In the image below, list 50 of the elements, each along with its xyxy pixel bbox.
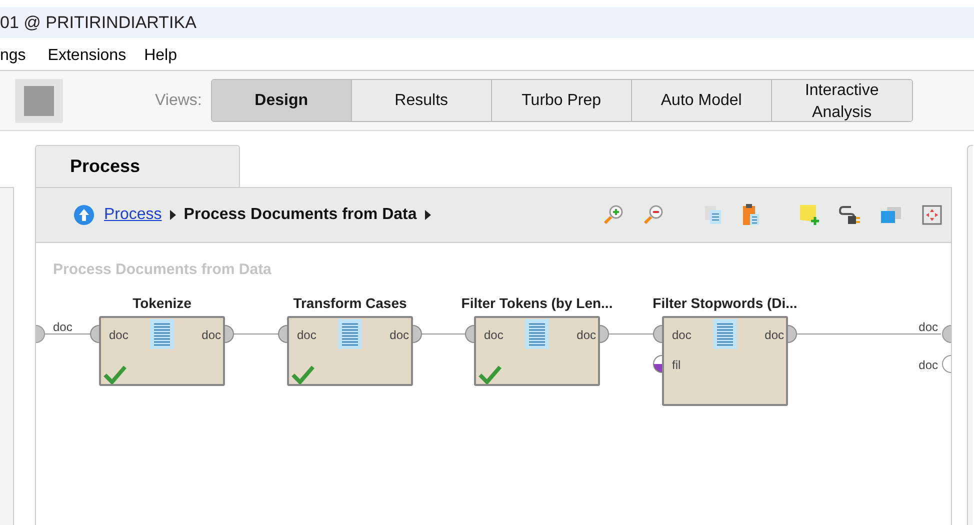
output-port bbox=[225, 325, 234, 343]
zoom-out-icon[interactable] bbox=[643, 204, 665, 226]
add-note-icon[interactable] bbox=[799, 204, 821, 226]
document-icon bbox=[150, 319, 174, 349]
view-tab[interactable]: Design bbox=[212, 80, 352, 121]
output-port bbox=[413, 325, 422, 343]
view-tab[interactable]: Turbo Prep bbox=[492, 80, 632, 121]
caret-icon bbox=[424, 210, 431, 220]
document-icon bbox=[525, 319, 549, 349]
operator-title: Transform Cases bbox=[292, 294, 408, 313]
port-label: doc bbox=[576, 327, 596, 344]
document-icon bbox=[338, 319, 362, 349]
views-label: Views: bbox=[155, 90, 202, 110]
canvas-title: Process Documents from Data bbox=[53, 260, 272, 280]
port-label: doc bbox=[764, 327, 784, 344]
breadcrumb-link[interactable]: Process bbox=[104, 203, 162, 227]
port-label: doc bbox=[484, 327, 504, 344]
port-label: doc bbox=[53, 319, 72, 336]
menu-item[interactable]: ngs bbox=[0, 44, 26, 68]
fit-icon[interactable] bbox=[921, 204, 943, 226]
output-port bbox=[788, 325, 797, 343]
view-tab[interactable]: Results bbox=[352, 80, 492, 121]
port-label: doc bbox=[297, 327, 316, 344]
port-label: doc bbox=[672, 327, 692, 344]
view-tab[interactable]: Auto Model bbox=[632, 80, 772, 121]
operator-title: Tokenize bbox=[132, 294, 192, 313]
port-label: doc bbox=[918, 319, 938, 336]
toolbar-button[interactable] bbox=[15, 78, 63, 122]
document-icon bbox=[713, 319, 737, 349]
window-title: 01 @ PRITIRINDIARTIKA bbox=[0, 12, 196, 34]
operator-title: Filter Tokens (by Len... bbox=[460, 294, 614, 313]
port-label: doc bbox=[109, 327, 128, 344]
process-tab[interactable]: Process bbox=[35, 145, 240, 187]
paste-icon[interactable] bbox=[741, 203, 761, 227]
output-port bbox=[600, 325, 609, 343]
zoom-in-icon[interactable] bbox=[603, 204, 625, 226]
view-tab[interactable]: Interactive Analysis bbox=[772, 80, 912, 121]
menu-item[interactable]: Help bbox=[144, 44, 177, 68]
breadcrumb-current: Process Documents from Data bbox=[184, 205, 417, 225]
layers-icon[interactable] bbox=[879, 205, 903, 225]
port-label: doc bbox=[388, 327, 409, 344]
port-label: doc bbox=[200, 327, 221, 344]
plug-icon[interactable] bbox=[839, 204, 861, 226]
port-label: doc bbox=[918, 357, 938, 374]
menu-item[interactable]: Extensions bbox=[48, 44, 126, 68]
operator-title: Filter Stopwords (Di... bbox=[652, 294, 798, 313]
copy-icon[interactable] bbox=[703, 204, 723, 226]
port-label: fil bbox=[672, 357, 681, 374]
square-icon bbox=[24, 86, 54, 116]
caret-icon bbox=[170, 210, 176, 220]
